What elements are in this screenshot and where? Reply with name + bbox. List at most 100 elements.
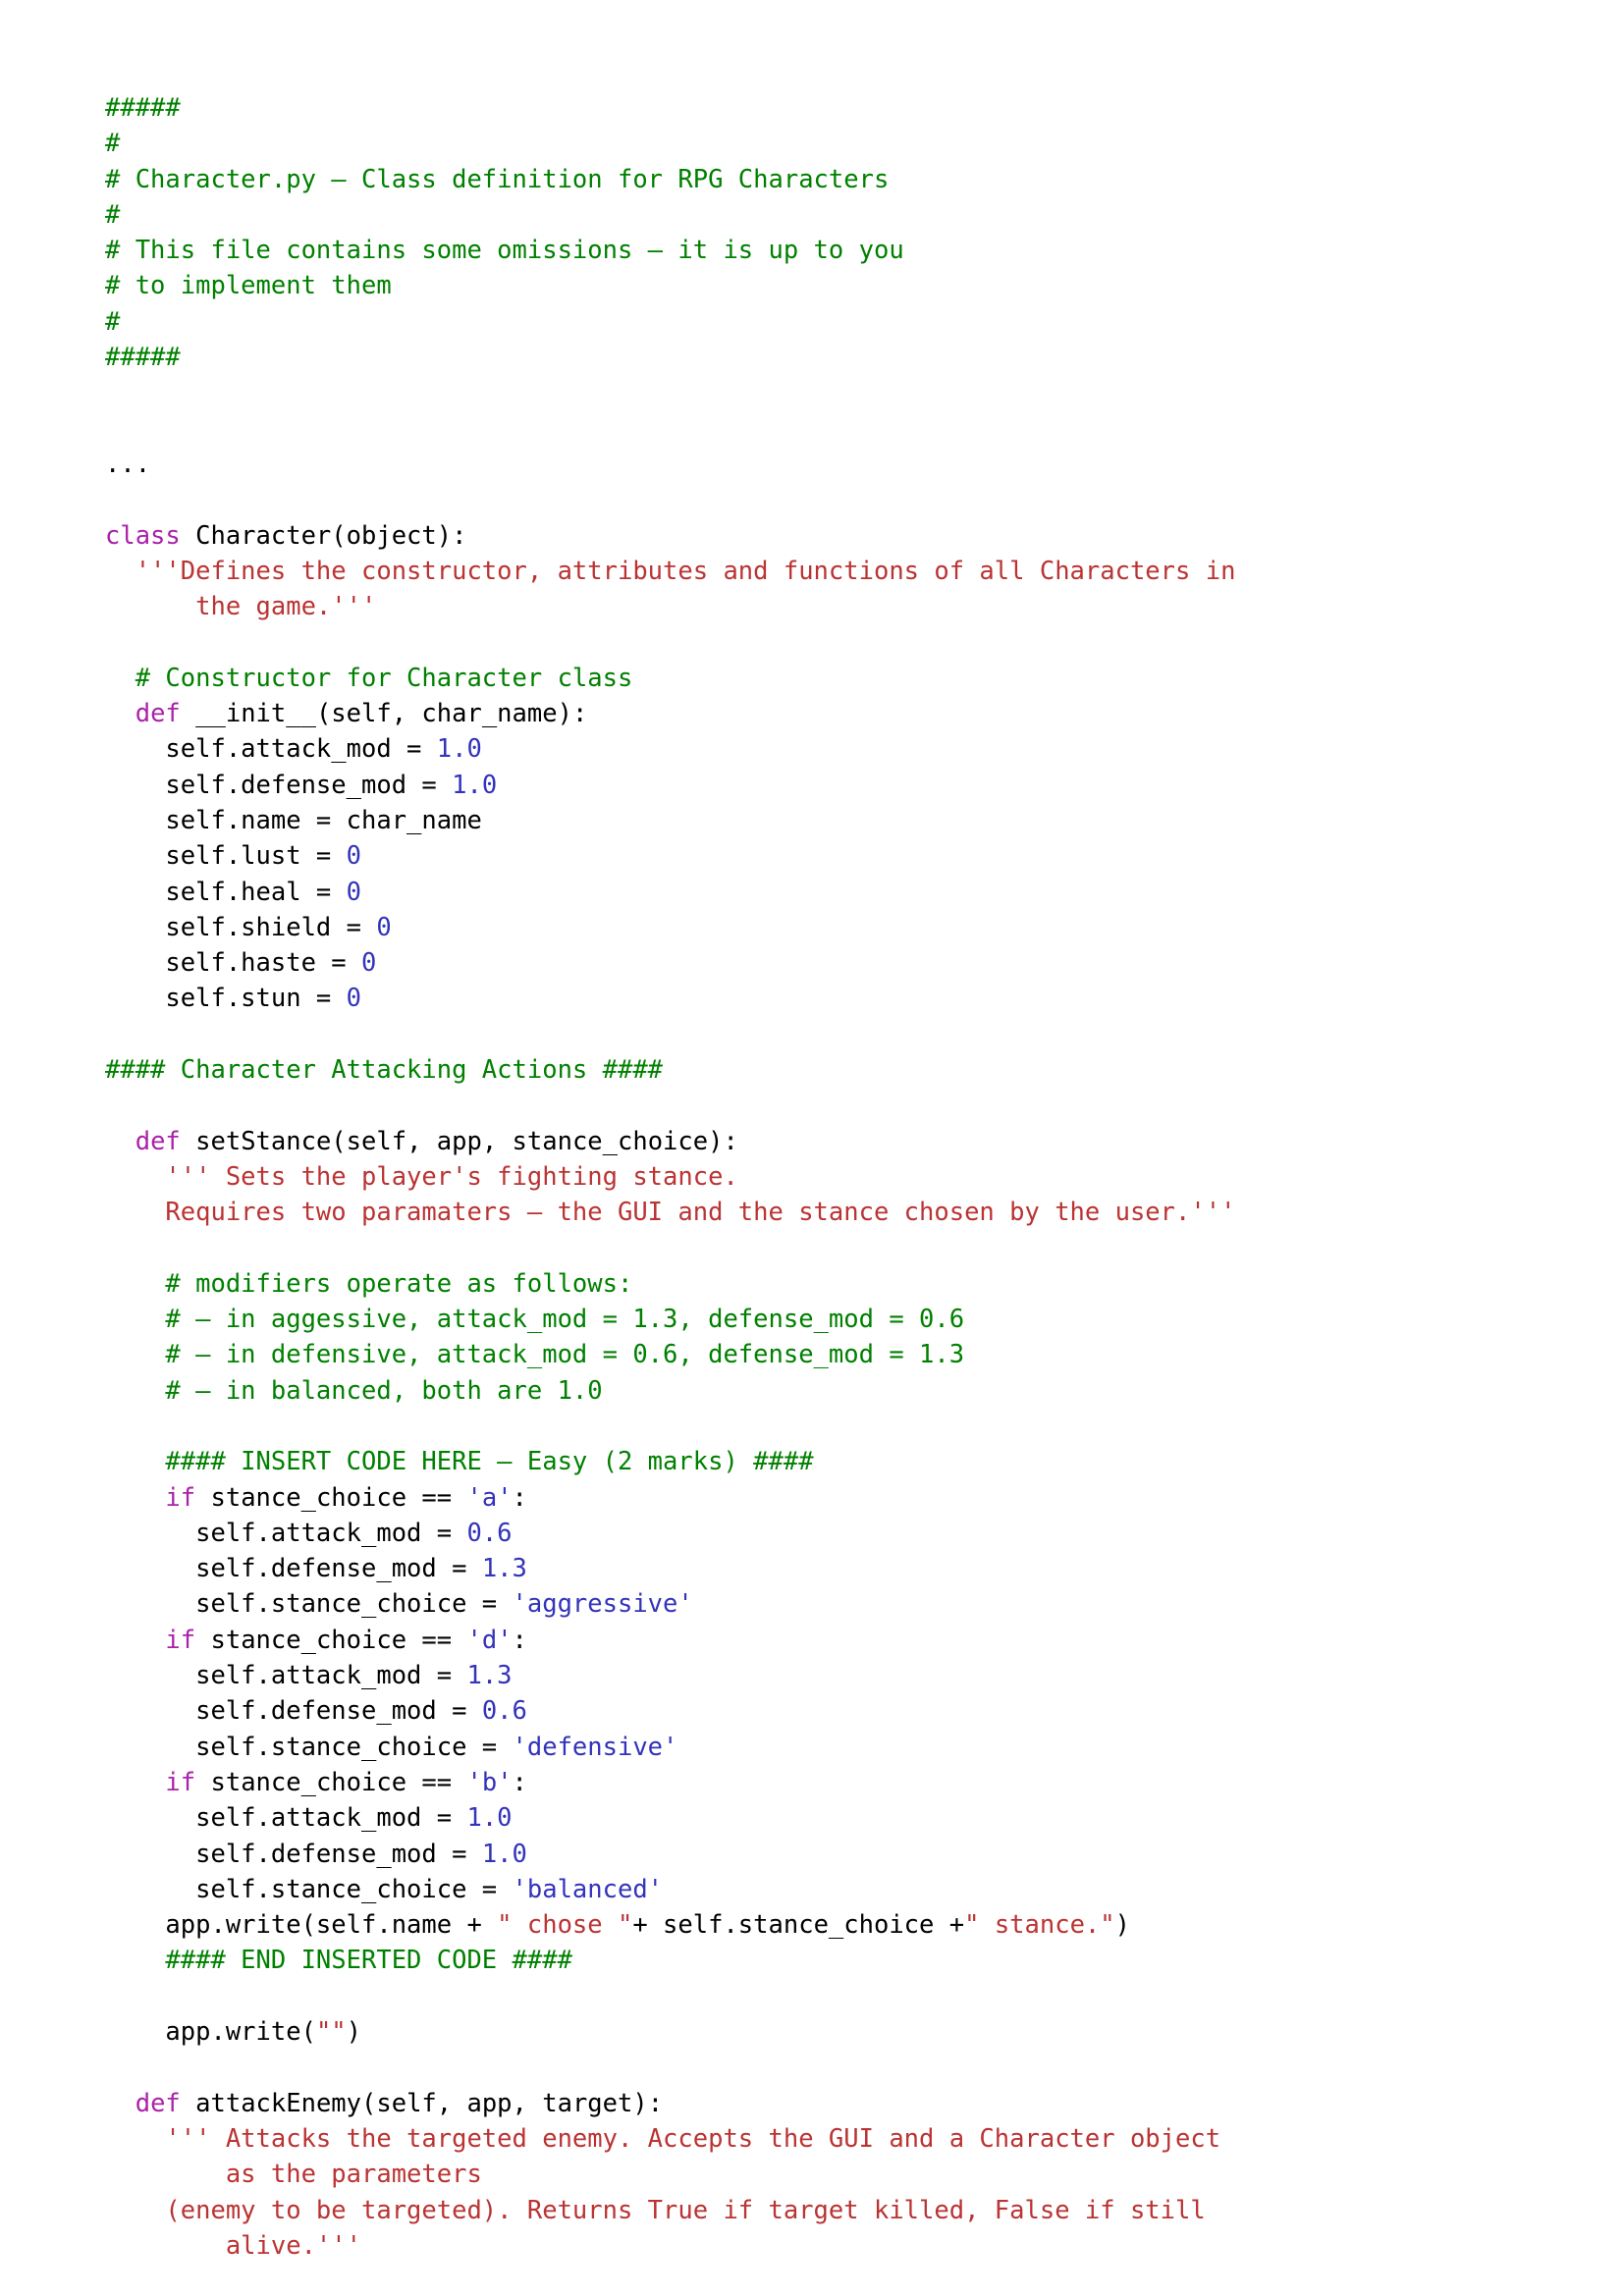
code-token: self.defense_mod = <box>105 1696 482 1727</box>
code-line: self.defense_mod = 1.0 <box>105 1837 1539 1872</box>
code-token: 'b' <box>466 1767 513 1797</box>
code-token: # This file contains some omissions – it… <box>105 236 904 266</box>
code-token: ##### <box>105 93 181 123</box>
code-line: self.attack_mod = 1.0 <box>105 1800 1539 1836</box>
code-token: 1.0 <box>452 770 498 800</box>
code-line: #### INSERT CODE HERE – Easy (2 marks) #… <box>105 1444 1539 1479</box>
code-token: stance_choice == <box>195 1482 467 1513</box>
code-token: # – in defensive, attack_mod = 0.6, defe… <box>105 1340 965 1370</box>
code-token: 0 <box>376 912 392 942</box>
code-token: "" <box>315 2017 347 2048</box>
code-token: self.stance_choice = <box>105 1874 513 1904</box>
code-token: ... <box>105 449 151 479</box>
code-token: __init__(self, char_name): <box>180 699 588 729</box>
code-token: #### Character Attacking Actions #### <box>105 1055 664 1086</box>
code-token: alive.''' <box>105 2230 361 2261</box>
code-token: ''' Sets the player's fighting stance. <box>105 1161 738 1192</box>
code-token: 'balanced' <box>512 1874 664 1904</box>
code-token: 1.0 <box>466 1803 513 1834</box>
code-line: #### Character Attacking Actions #### <box>105 1052 1539 1088</box>
code-line: self.attack_mod = 0.6 <box>105 1516 1539 1551</box>
code-line: # <box>105 197 1539 233</box>
code-token: Requires two paramaters – the GUI and th… <box>105 1198 1236 1228</box>
code-line: app.write(self.name + " chose "+ self.st… <box>105 1907 1539 1943</box>
code-token: 1.0 <box>436 734 482 765</box>
code-line: ... <box>105 447 1539 482</box>
code-token: 'a' <box>466 1482 513 1513</box>
code-token: app.write( <box>105 2017 316 2048</box>
code-token: 0 <box>346 984 361 1014</box>
code-token: 1.0 <box>481 1839 527 1869</box>
code-token: self.heal = <box>105 877 347 907</box>
code-token: ) <box>346 2017 362 2048</box>
code-listing: ##### # # Character.py – Class definition … <box>105 90 1539 2264</box>
code-line: #### END INSERTED CODE #### <box>105 1943 1539 1978</box>
code-line: self.stance_choice = 'aggressive' <box>105 1586 1539 1622</box>
code-token: : <box>512 1767 527 1797</box>
code-token: Character(object): <box>180 520 467 551</box>
code-token: 0 <box>361 948 377 979</box>
code-token: 'd' <box>466 1625 513 1655</box>
code-line: as the parameters <box>105 2157 1539 2192</box>
code-line: self.shield = 0 <box>105 910 1539 945</box>
code-line: '''Defines the constructor, attributes a… <box>105 554 1539 589</box>
code-line: # Constructor for Character class <box>105 661 1539 696</box>
code-line: # <box>105 304 1539 340</box>
code-token: if <box>165 1767 196 1797</box>
code-token: " stance." <box>964 1910 1115 1941</box>
code-token: self.defense_mod = <box>105 770 453 800</box>
code-line: self.defense_mod = 1.3 <box>105 1551 1539 1586</box>
code-token: if <box>165 1625 196 1655</box>
code-token: # Constructor for Character class <box>105 663 633 693</box>
code-token: self.defense_mod = <box>105 1554 482 1584</box>
code-token: def <box>135 1126 181 1156</box>
code-line: def setStance(self, app, stance_choice): <box>105 1124 1539 1159</box>
code-token: + self.stance_choice + <box>632 1910 965 1941</box>
code-line: # to implement them <box>105 268 1539 303</box>
code-line: self.stun = 0 <box>105 981 1539 1016</box>
code-token: # – in balanced, both are 1.0 <box>105 1375 603 1406</box>
code-line: # modifiers operate as follows: <box>105 1266 1539 1302</box>
code-token: ##### <box>105 343 181 373</box>
code-token: ''' Attacks the targeted enemy. Accepts … <box>105 2123 1221 2154</box>
code-token: 0.6 <box>481 1696 527 1727</box>
code-token: self.name = char_name <box>105 805 482 835</box>
code-line: self.attack_mod = 1.3 <box>105 1658 1539 1693</box>
code-token: '''Defines the constructor, attributes a… <box>105 556 1236 586</box>
code-token: self.attack_mod = <box>105 734 437 765</box>
code-line: def attackEnemy(self, app, target): <box>105 2086 1539 2121</box>
code-line: if stance_choice == 'b': <box>105 1765 1539 1800</box>
code-token: : <box>512 1625 527 1655</box>
code-line: app.write("") <box>105 2014 1539 2050</box>
code-token: 1.3 <box>481 1554 527 1584</box>
code-token: # <box>105 129 121 159</box>
code-token: self.shield = <box>105 912 377 942</box>
code-token: setStance(self, app, stance_choice): <box>180 1126 738 1156</box>
code-token: 0 <box>346 877 361 907</box>
code-token: # <box>105 306 121 337</box>
code-line: self.stance_choice = 'balanced' <box>105 1872 1539 1907</box>
code-token: def <box>135 699 181 729</box>
code-token: 'defensive' <box>512 1732 678 1762</box>
code-line: if stance_choice == 'a': <box>105 1480 1539 1516</box>
code-line: Requires two paramaters – the GUI and th… <box>105 1195 1539 1230</box>
code-token: if <box>165 1482 196 1513</box>
code-token: # <box>105 199 121 230</box>
code-token: (enemy to be targeted). Returns True if … <box>105 2195 1206 2225</box>
code-token: self.defense_mod = <box>105 1839 482 1869</box>
code-line: self.stance_choice = 'defensive' <box>105 1730 1539 1765</box>
code-token: #### END INSERTED CODE #### <box>105 1946 572 1976</box>
code-line: # – in defensive, attack_mod = 0.6, defe… <box>105 1337 1539 1372</box>
